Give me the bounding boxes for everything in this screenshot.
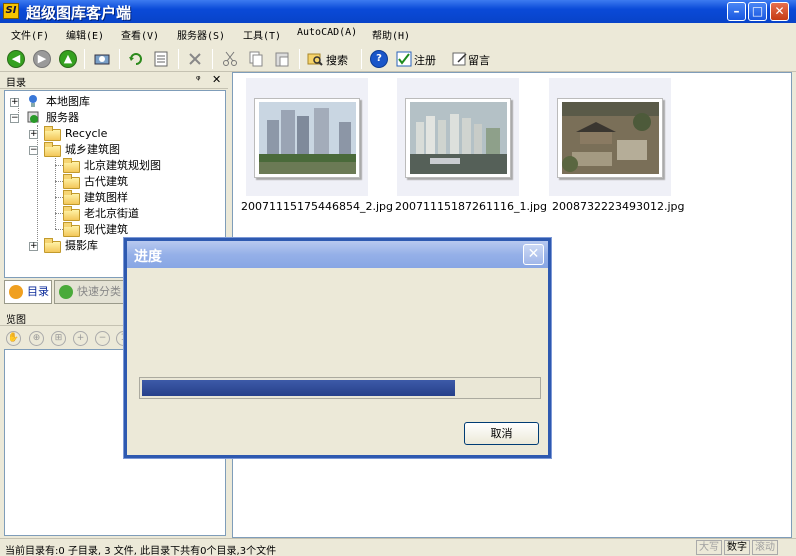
menu-autocad[interactable]: AutoCAD(A) (297, 27, 357, 38)
menu-view[interactable]: 查看(V) (121, 27, 159, 42)
pin-icon[interactable]: ᵠ (196, 73, 201, 86)
thumbnail-card[interactable] (397, 78, 519, 196)
delete-icon[interactable] (186, 50, 204, 68)
refresh-icon[interactable] (127, 50, 145, 68)
up-arrow-icon[interactable]: ▲ (59, 50, 77, 68)
copy-icon[interactable] (247, 50, 265, 68)
pan-hand-icon[interactable]: ✋ (6, 331, 21, 346)
dialog-title: 进度 (134, 249, 162, 265)
minimize-button[interactable]: – (727, 2, 746, 21)
cut-icon[interactable] (221, 50, 239, 68)
view-header-label: 览图 (6, 315, 26, 326)
thumbnail-filename: 20071115187261116_1.jpg (395, 200, 547, 213)
tree-item-server[interactable]: 服务器 (46, 110, 79, 125)
status-text: 当前目录有:0 子目录, 3 文件, 此目录下共有0个目录,3个文件 (5, 546, 277, 556)
progress-bar-fill (142, 380, 455, 396)
zoom-area-icon[interactable]: ⊕ (29, 331, 44, 346)
tree-header-label: 目录 (6, 78, 26, 89)
menu-tools[interactable]: 工具(T) (243, 27, 281, 42)
progress-bar (139, 377, 541, 399)
app-icon: SI (3, 3, 19, 19)
maximize-button[interactable]: □ (748, 2, 767, 21)
folder-icon (44, 126, 61, 141)
message-icon[interactable] (451, 50, 469, 68)
folder-icon (63, 206, 80, 221)
dialog-close-button[interactable]: ✕ (523, 244, 544, 265)
thumbnail-card[interactable] (246, 78, 368, 196)
thumbnail-filename: 20071115175446854_2.jpg (241, 200, 393, 213)
thumbnail-image-temple (562, 102, 659, 174)
back-arrow-icon[interactable]: ◀ (7, 50, 25, 68)
scroll-indicator: 滚动 (752, 540, 778, 555)
title-bar: SI 超级图库客户端 – □ ✕ (0, 0, 796, 23)
thumbnail-frame (405, 98, 511, 178)
tree-item-recycle[interactable]: Recycle (65, 126, 107, 141)
thumbnail-image-city (410, 102, 507, 174)
thumbnail-frame (557, 98, 663, 178)
collapse-server-icon[interactable]: − (10, 114, 19, 123)
close-button[interactable]: ✕ (770, 2, 789, 21)
expand-photo-icon[interactable]: + (29, 242, 38, 251)
message-button[interactable]: 留言 (468, 52, 490, 68)
tab-catalog[interactable]: 目录 (4, 280, 52, 304)
thumbnail-frame (254, 98, 360, 178)
menu-help[interactable]: 帮助(H) (372, 27, 410, 42)
dialog-title-bar: 进度 ✕ (127, 241, 548, 268)
close-panel-icon[interactable]: ✕ (212, 73, 221, 86)
catalog-tab-icon (9, 285, 23, 299)
local-library-icon (26, 94, 40, 108)
zoom-in-icon[interactable]: + (73, 331, 88, 346)
toolbar: ◀ ▶ ▲ 搜索 ? 注册 留言 (0, 45, 796, 72)
search-icon[interactable] (306, 50, 324, 68)
window-title: 超级图库客户端 (26, 4, 132, 22)
thumbnail-card[interactable] (549, 78, 671, 196)
properties-icon[interactable] (152, 50, 170, 68)
tree-item-beijing-planning[interactable]: 北京建筑规划图 (84, 158, 161, 173)
forward-arrow-icon[interactable]: ▶ (33, 50, 51, 68)
search-button[interactable]: 搜索 (326, 52, 348, 68)
server-icon (26, 110, 40, 124)
thumbnail-image-towers (259, 102, 356, 174)
register-icon[interactable] (395, 50, 413, 68)
tree-item-urban-architecture[interactable]: 城乡建筑图 (65, 142, 120, 157)
expand-local-icon[interactable]: + (10, 98, 19, 107)
collapse-urban-icon[interactable]: − (29, 146, 38, 155)
menu-server[interactable]: 服务器(S) (177, 27, 225, 42)
num-indicator: 数字 (724, 540, 750, 555)
folder-open-icon (44, 142, 61, 157)
paste-icon[interactable] (273, 50, 291, 68)
folder-icon (63, 174, 80, 189)
folder-icon (63, 190, 80, 205)
tree-item-ancient-architecture[interactable]: 古代建筑 (84, 174, 128, 189)
tab-quick-category[interactable]: 快速分类 (54, 280, 126, 304)
tree-item-architecture-samples[interactable]: 建筑图样 (84, 190, 128, 205)
folder-icon (63, 222, 80, 237)
expand-recycle-icon[interactable]: + (29, 130, 38, 139)
folder-icon (63, 158, 80, 173)
status-bar: 当前目录有:0 子目录, 3 文件, 此目录下共有0个目录,3个文件 大写 数字… (0, 538, 796, 556)
tree-item-modern-architecture[interactable]: 现代建筑 (84, 222, 128, 237)
zoom-fit-icon[interactable]: ⊞ (51, 331, 66, 346)
thumbnail-filename: 2008732223493012.jpg (552, 200, 685, 213)
register-button[interactable]: 注册 (414, 52, 436, 68)
progress-dialog: 进度 ✕ 取消 (124, 238, 551, 458)
help-icon[interactable]: ? (370, 50, 388, 68)
cancel-button[interactable]: 取消 (464, 422, 539, 445)
zoom-out-icon[interactable]: − (95, 331, 110, 346)
tree-panel-header: 目录 ᵠ ✕ (0, 72, 228, 89)
folder-icon (44, 238, 61, 253)
menu-edit[interactable]: 编辑(E) (66, 27, 104, 42)
tree-item-local-library[interactable]: 本地图库 (46, 94, 90, 109)
tree-item-photo-library[interactable]: 摄影库 (65, 238, 98, 253)
quick-tab-icon (59, 285, 73, 299)
caps-indicator: 大写 (696, 540, 722, 555)
menu-bar: 文件(F) 编辑(E) 查看(V) 服务器(S) 工具(T) AutoCAD(A… (0, 23, 796, 44)
menu-file[interactable]: 文件(F) (11, 27, 49, 42)
image-browse-icon[interactable] (93, 50, 111, 68)
tree-item-old-beijing-streets[interactable]: 老北京街道 (84, 206, 139, 221)
